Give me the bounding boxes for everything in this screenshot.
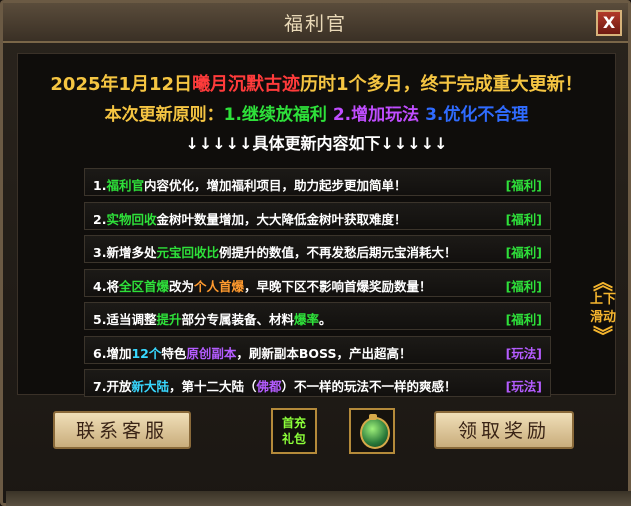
dialog-window: 福利官 X 2025年1月12日曦月沉默古迹历时1个多月，终于完成重大更新！ 本… — [0, 0, 631, 506]
update-text-part: 12个 — [131, 345, 162, 361]
update-text-part: 新大陆 — [131, 379, 169, 394]
update-text: 1.福利官内容优化，增加福利项目，助力起步更加简单！ — [93, 175, 406, 194]
title-bar: 福利官 X — [3, 3, 628, 43]
update-text-part: ）不一样的玩法不一样的爽感！ — [281, 379, 457, 394]
announcement-panel: 2025年1月12日曦月沉默古迹历时1个多月，终于完成重大更新！ 本次更新原则：… — [17, 53, 618, 397]
update-text-part: 提升 — [156, 312, 182, 327]
update-row: 5.适当调整提升部分专属装备、材料爆率。 [福利] — [84, 302, 551, 330]
headline-date: 2025年1月12日 — [50, 74, 193, 95]
update-row: 1.福利官内容优化，增加福利项目，助力起步更加简单！ [福利] — [84, 168, 551, 196]
update-tag: [福利] — [505, 178, 542, 193]
update-text: 5.适当调整提升部分专属装备、材料爆率。 — [93, 309, 332, 328]
principle-2: 2.增加玩法 — [332, 105, 420, 125]
update-text-part: 全区首爆 — [118, 278, 169, 294]
contact-service-button[interactable]: 联系客服 — [53, 411, 191, 449]
chevron-up-icon: ︽ — [593, 270, 613, 294]
update-text-part: 例提升的数值，不再发愁后期元宝消耗大！ — [218, 245, 457, 260]
update-row: 3.新增多处元宝回收比例提升的数值，不再发愁后期元宝消耗大！ [福利] — [84, 235, 551, 263]
headline-line2: 本次更新原则：1.继续放福利 2.增加玩法 3.优化不合理 — [18, 100, 615, 125]
update-text-part: 佛都 — [256, 379, 282, 394]
update-tag: [福利] — [505, 245, 542, 260]
headline-line1-rest: 历时1个多月，终于完成重大更新！ — [300, 74, 583, 95]
lucky-bag-icon — [360, 417, 390, 449]
update-text: 3.新增多处元宝回收比例提升的数值，不再发愁后期元宝消耗大！ — [93, 242, 456, 261]
update-text-part: 福利官 — [106, 178, 144, 193]
update-tag: [福利] — [505, 211, 542, 227]
scroll-hint-line1: 上下 — [589, 292, 616, 307]
update-row: 4.将全区首爆改为个人首爆，早晚下区不影响首爆奖励数量！ [福利] — [84, 268, 551, 297]
update-row: 7.开放新大陆，第十二大陆（佛都）不一样的玩法不一样的爽感！ [玩法] — [84, 369, 551, 397]
update-text-part: 实物回收 — [106, 211, 157, 227]
update-text-part: 2. — [93, 211, 107, 227]
update-text: 4.将全区首爆改为个人首爆，早晚下区不影响首爆奖励数量！ — [93, 276, 432, 295]
principle-label: 本次更新原则： — [104, 105, 224, 125]
close-icon[interactable]: X — [596, 10, 622, 36]
update-tag: [玩法] — [505, 379, 542, 394]
update-text: 7.开放新大陆，第十二大陆（佛都）不一样的玩法不一样的爽感！ — [93, 376, 457, 395]
update-text-part: 部分专属装备、材料 — [181, 312, 294, 327]
update-tag: [福利] — [505, 312, 542, 327]
update-text-part: 1. — [93, 178, 107, 193]
update-text-part: 7.开放 — [93, 379, 132, 394]
update-text: 6.增加12个特色原创副本，刷新副本BOSS，产出超高！ — [93, 343, 412, 362]
update-list[interactable]: 1.福利官内容优化，增加福利项目，助力起步更加简单！ [福利] 2.实物回收金树叶数… — [84, 168, 551, 403]
gift-line2: 礼包 — [281, 432, 306, 446]
update-row: 2.实物回收金树叶数量增加，大大降低金树叶获取难度！ [福利] — [84, 201, 551, 230]
headline-line3: ↓↓↓↓↓具体更新内容如下↓↓↓↓↓ — [185, 134, 448, 153]
ground-strip — [6, 491, 631, 506]
update-text-part: ，第十二大陆（ — [168, 379, 257, 394]
principle-3: 3.优化不合理 — [425, 105, 529, 125]
window-title: 福利官 — [283, 13, 347, 35]
scroll-hint[interactable]: ︽ 上下 滑动 ︾ — [588, 270, 618, 348]
update-text-part: ，早晚下区不影响首爆奖励数量！ — [244, 278, 432, 294]
update-text-part: 特色 — [161, 345, 187, 361]
principle-1: 1.继续放福利 — [223, 105, 327, 125]
update-text-part: 元宝回收比 — [156, 245, 219, 260]
headline-server-name: 曦月沉默古迹 — [192, 74, 301, 95]
chevron-down-icon: ︾ — [593, 324, 613, 348]
update-text-part: ，刷新副本BOSS，产出超高！ — [236, 345, 412, 361]
headline-line1: 2025年1月12日曦月沉默古迹历时1个多月，终于完成重大更新！ — [18, 70, 615, 96]
first-recharge-gift-button[interactable]: 首充 礼包 — [271, 408, 317, 454]
update-text-part: 。 — [319, 312, 332, 327]
update-text-part: 爆率 — [293, 312, 319, 327]
update-text: 2.实物回收金树叶数量增加，大大降低金树叶获取难度！ — [93, 209, 406, 228]
bag-tie — [369, 414, 377, 420]
gift-line1: 首充 — [281, 416, 306, 430]
lucky-bag-button[interactable] — [349, 408, 395, 454]
update-text-part: 5.适当调整 — [93, 312, 157, 327]
update-text-part: 6.增加 — [93, 345, 132, 361]
update-text-part: 个人首爆 — [193, 278, 244, 294]
update-text-part: 金树叶数量增加，大大降低金树叶获取难度！ — [156, 211, 407, 227]
update-text-part: 改为 — [168, 278, 194, 294]
update-tag: [福利] — [505, 278, 542, 294]
update-text-part: 3.新增多处 — [93, 245, 157, 260]
update-text-part: 原创副本 — [186, 345, 237, 361]
update-text-part: 内容优化，增加福利项目，助力起步更加简单！ — [143, 178, 407, 193]
update-text-part: 4.将 — [93, 278, 119, 294]
update-row: 6.增加12个特色原创副本，刷新副本BOSS，产出超高！ [玩法] — [84, 335, 551, 364]
update-tag: [玩法] — [505, 345, 542, 361]
claim-reward-button[interactable]: 领取奖励 — [434, 411, 574, 449]
